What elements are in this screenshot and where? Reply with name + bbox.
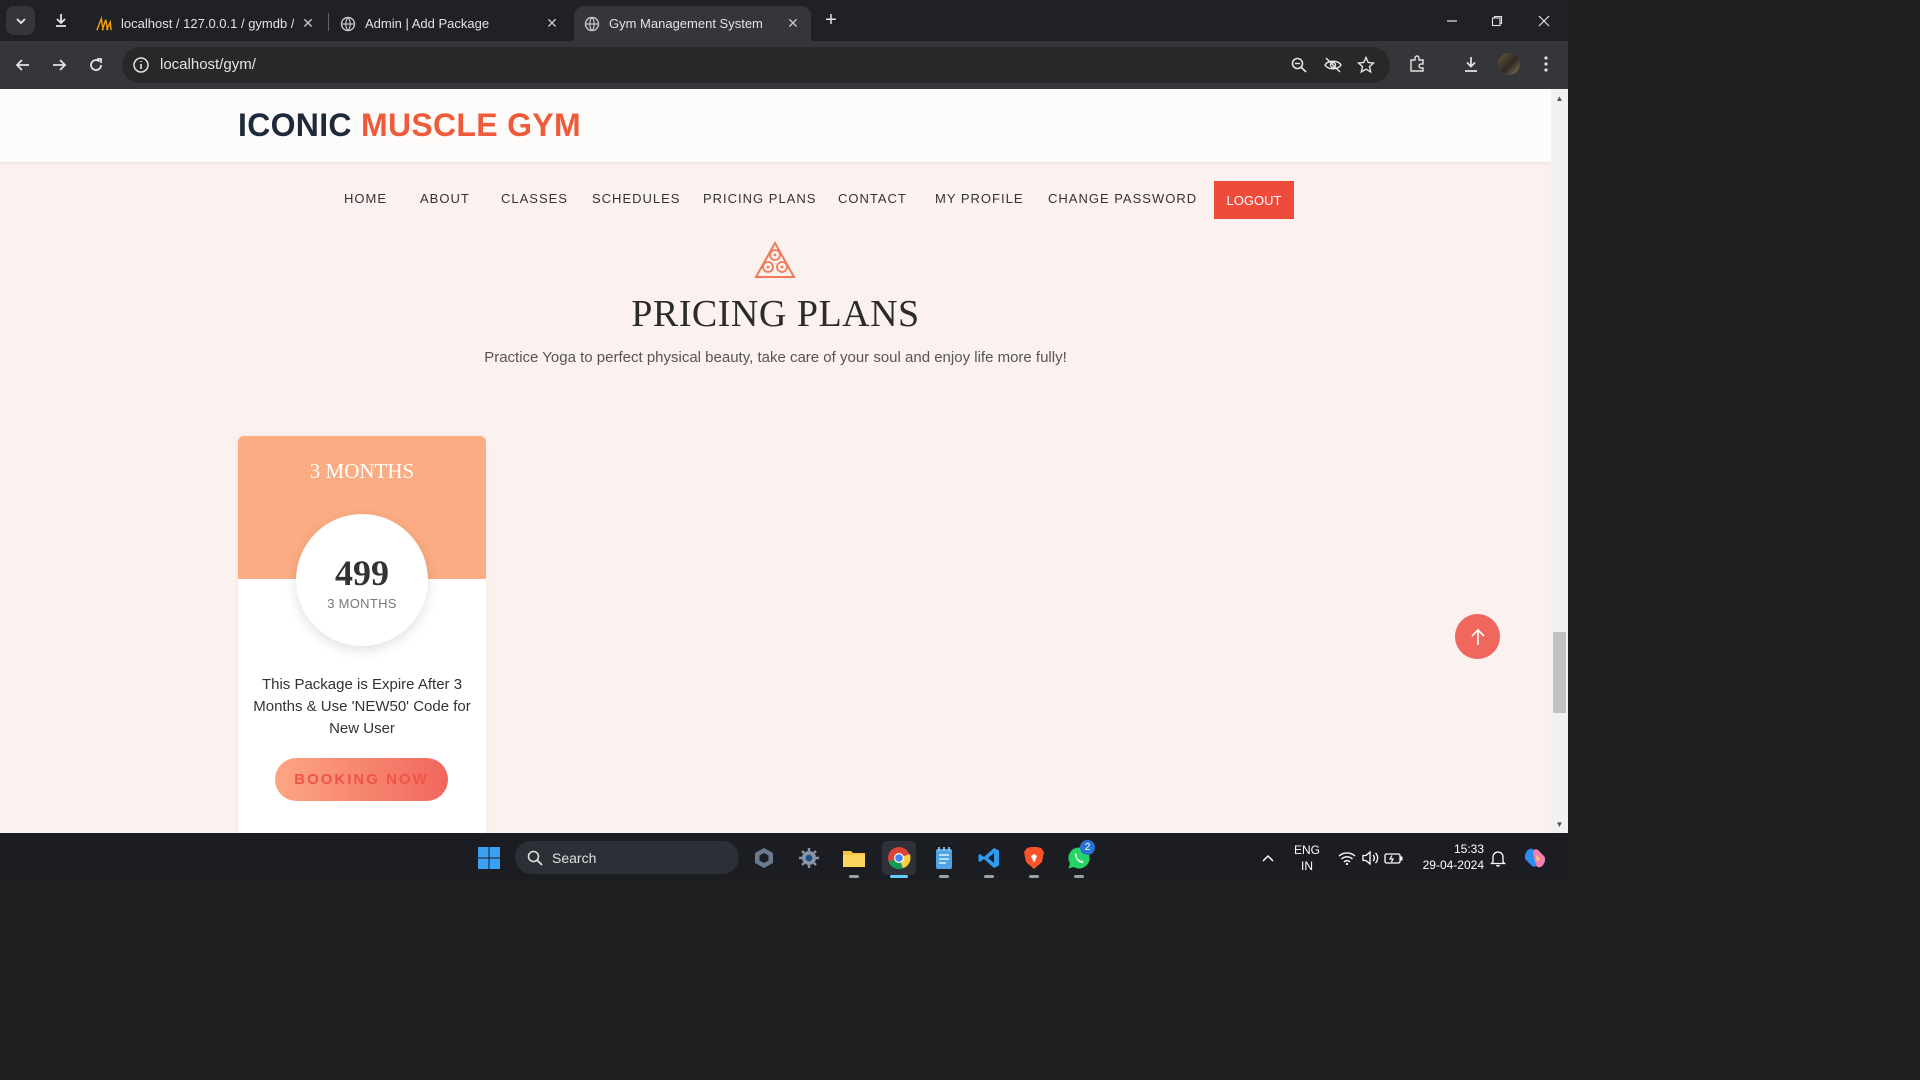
search-label: Search xyxy=(552,850,597,866)
browser-toolbar: localhost/gym/ xyxy=(0,41,1568,89)
back-arrow-icon xyxy=(15,59,29,71)
browser-tab-strip: localhost / 127.0.0.1 / gymdb / ✕ Admin … xyxy=(0,0,1568,41)
main-nav: HOME ABOUT CLASSES SCHEDULES PRICING PLA… xyxy=(0,181,1551,219)
minimize-icon[interactable] xyxy=(1429,0,1475,41)
nav-my-profile[interactable]: MY PROFILE xyxy=(935,191,1024,206)
tab-title: localhost / 127.0.0.1 / gymdb / xyxy=(121,16,294,31)
running-indicator xyxy=(939,875,949,878)
brave-browser-icon[interactable] xyxy=(1017,841,1051,878)
running-indicator xyxy=(984,875,994,878)
nav-classes[interactable]: CLASSES xyxy=(501,191,568,206)
kebab-menu-icon[interactable] xyxy=(1535,53,1557,75)
scroll-to-top-button[interactable] xyxy=(1455,614,1500,659)
clock-date: 29-04-2024 xyxy=(1422,858,1484,872)
taskbar-clock[interactable]: 15:33 29-04-2024 xyxy=(1412,841,1484,873)
section-subtitle: Practice Yoga to perfect physical beauty… xyxy=(484,349,1067,366)
settings-gear-icon[interactable] xyxy=(792,841,826,875)
plan-duration: 3 MONTHS xyxy=(327,596,397,611)
tab-gym-management[interactable]: Gym Management System ✕ xyxy=(574,6,811,41)
page-scrollbar[interactable] xyxy=(1551,89,1568,833)
logout-button[interactable]: LOGOUT xyxy=(1214,181,1294,219)
tab-admin-add-package[interactable]: Admin | Add Package ✕ xyxy=(330,6,570,41)
profile-avatar[interactable] xyxy=(1498,53,1520,75)
chevron-down-icon xyxy=(15,17,26,24)
nav-about[interactable]: ABOUT xyxy=(420,191,470,206)
clock-time: 15:33 xyxy=(1453,842,1484,856)
logo-text-part1: ICONIC xyxy=(238,107,352,143)
plan-description: This Package is Expire After 3 Months & … xyxy=(253,676,471,737)
copilot-icon[interactable] xyxy=(1518,841,1552,875)
booking-now-button[interactable]: BOOKING NOW xyxy=(275,758,448,801)
close-icon[interactable]: ✕ xyxy=(785,15,801,32)
phpmyadmin-icon xyxy=(96,15,112,32)
nav-home[interactable]: HOME xyxy=(344,191,387,206)
reload-button[interactable] xyxy=(82,51,110,79)
nav-schedules[interactable]: SCHEDULES xyxy=(592,191,680,206)
widgets-app-icon[interactable] xyxy=(747,841,781,875)
region-code: IN xyxy=(1301,859,1313,873)
taskbar-search[interactable]: Search xyxy=(515,841,739,874)
page-viewport: ICONIC MUSCLE GYM HOME ABOUT CLASSES SCH… xyxy=(0,89,1568,833)
downloads-icon[interactable] xyxy=(1460,53,1482,75)
tray-chevron-up-icon[interactable] xyxy=(1251,841,1285,875)
windows-start-icon[interactable] xyxy=(472,841,506,875)
extensions-icon[interactable] xyxy=(1406,53,1428,75)
running-indicator xyxy=(1074,875,1084,878)
notification-badge: 2 xyxy=(1080,840,1095,855)
window-close-icon[interactable] xyxy=(1521,0,1567,41)
site-logo[interactable]: ICONIC MUSCLE GYM xyxy=(238,107,581,144)
address-bar[interactable]: localhost/gym/ xyxy=(122,47,1390,83)
vscode-icon[interactable] xyxy=(972,841,1006,878)
url-text[interactable]: localhost/gym/ xyxy=(160,56,256,73)
plan-price: 499 xyxy=(335,553,389,593)
bookmark-star-icon[interactable] xyxy=(1357,56,1375,74)
tab-title: Gym Management System xyxy=(609,16,763,31)
forward-button[interactable] xyxy=(45,51,73,79)
scrollbar-thumb[interactable] xyxy=(1553,632,1566,713)
close-icon[interactable]: ✕ xyxy=(300,15,316,32)
site-info-icon[interactable] xyxy=(132,56,150,74)
language-code: ENG xyxy=(1293,843,1320,857)
price-circle: 499 3 MONTHS xyxy=(296,514,428,646)
scroll-down-arrow-icon[interactable]: ▼ xyxy=(1553,818,1566,830)
windows-taskbar: Search 2 ENG IN 15:33 29-04-2024 xyxy=(0,833,1568,882)
site-header: ICONIC MUSCLE GYM xyxy=(0,89,1551,162)
plan-name: 3 MONTHS xyxy=(309,459,415,483)
download-icon[interactable] xyxy=(50,8,72,32)
tab-separator xyxy=(328,13,329,31)
nav-contact[interactable]: CONTACT xyxy=(838,191,907,206)
globe-icon xyxy=(584,16,600,32)
close-icon[interactable]: ✕ xyxy=(544,15,560,32)
section-title: PRICING PLANS xyxy=(631,293,920,335)
tab-phpmyadmin[interactable]: localhost / 127.0.0.1 / gymdb / ✕ xyxy=(86,6,326,41)
forward-arrow-icon xyxy=(53,59,67,71)
scroll-up-arrow-icon[interactable]: ▲ xyxy=(1553,92,1566,104)
pricing-card: 3 MONTHS 499 3 MONTHS This Package is Ex… xyxy=(238,436,486,833)
tab-search-button[interactable] xyxy=(6,6,35,35)
language-indicator[interactable]: ENG IN xyxy=(1290,842,1324,874)
chrome-icon[interactable] xyxy=(882,841,916,878)
globe-icon xyxy=(340,16,356,32)
arrow-up-icon xyxy=(1470,628,1485,645)
reload-icon xyxy=(90,58,102,71)
battery-icon[interactable] xyxy=(1377,841,1411,875)
notepad-icon[interactable] xyxy=(927,841,961,878)
file-explorer-icon[interactable] xyxy=(837,841,871,878)
active-indicator xyxy=(890,875,908,878)
back-button[interactable] xyxy=(9,51,37,79)
new-tab-button[interactable]: + xyxy=(820,8,842,32)
eye-off-icon[interactable] xyxy=(1324,56,1342,74)
nav-pricing-plans[interactable]: PRICING PLANS xyxy=(703,191,816,206)
notification-bell-icon[interactable] xyxy=(1481,841,1515,875)
logo-text-part2: MUSCLE GYM xyxy=(361,107,581,143)
search-icon xyxy=(527,850,543,866)
zoom-icon[interactable] xyxy=(1290,56,1308,74)
tab-title: Admin | Add Package xyxy=(365,16,490,31)
running-indicator xyxy=(849,875,859,878)
yoga-emblem-icon xyxy=(754,241,796,278)
running-indicator xyxy=(1029,875,1039,878)
nav-change-password[interactable]: CHANGE PASSWORD xyxy=(1048,191,1197,206)
restore-icon[interactable] xyxy=(1474,0,1520,41)
